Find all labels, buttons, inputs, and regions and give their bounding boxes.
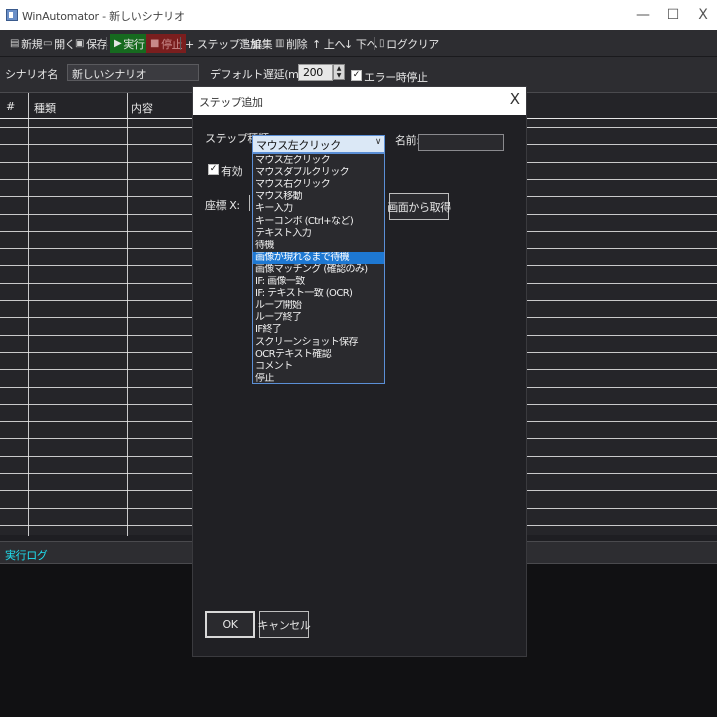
dialog-title: ステップ追加 xyxy=(199,96,263,109)
step-type-option[interactable]: 画像マッチング (確認のみ) xyxy=(253,264,384,276)
window-title: WinAutomator - 新しいシナリオ xyxy=(22,10,185,23)
enabled-checkbox[interactable]: ✓ xyxy=(208,164,219,175)
maximize-button[interactable]: ☐ xyxy=(656,0,690,30)
step-type-select[interactable]: マウス左クリック ∨ xyxy=(252,135,385,153)
step-type-option[interactable]: マウス移動 xyxy=(253,191,384,203)
enabled-label: 有効 xyxy=(221,165,243,178)
delay-spinner[interactable]: ▲ ▼ xyxy=(333,64,345,80)
document-icon: ▤ xyxy=(10,38,20,49)
step-type-option[interactable]: 画像が現れるまで待機 xyxy=(253,252,384,264)
column-divider xyxy=(28,93,29,536)
edit-button[interactable]: ✎ 編集 xyxy=(241,34,273,53)
spin-down-icon: ▼ xyxy=(336,71,342,79)
coord-x-label: 座標 X: xyxy=(205,199,240,212)
dialog-close-button[interactable]: X xyxy=(510,90,520,108)
toolbar-divider xyxy=(374,37,375,50)
toolbar-divider xyxy=(180,37,181,50)
folder-open-icon: ▭ xyxy=(43,38,53,49)
move-up-button[interactable]: ↑ 上へ xyxy=(312,34,346,53)
step-type-option[interactable]: ループ終了 xyxy=(253,312,384,324)
scenario-name-label: シナリオ名 xyxy=(5,68,58,81)
new-button[interactable]: ▤ 新規 xyxy=(10,34,43,53)
stop-on-error-label: エラー時停止 xyxy=(364,71,428,84)
minimize-button[interactable]: — xyxy=(626,0,660,30)
open-button[interactable]: ▭ 開く xyxy=(43,34,76,53)
column-header-type[interactable]: 種類 xyxy=(34,100,56,116)
floppy-icon: ▣ xyxy=(75,38,85,49)
save-button[interactable]: ▣ 保存 xyxy=(75,34,108,53)
cancel-button[interactable]: キャンセル xyxy=(258,611,311,638)
toolbar: ▤ 新規 ▭ 開く ▣ 保存 ▶ 実行 ■ 停止 + ステップ追加 ✎ 編集 ▥… xyxy=(0,30,717,57)
column-divider xyxy=(127,93,128,536)
column-header-index[interactable]: # xyxy=(6,100,15,113)
close-button[interactable]: X xyxy=(686,0,717,30)
column-header-content[interactable]: 内容 xyxy=(131,100,153,116)
step-type-option[interactable]: ループ開始 xyxy=(253,300,384,312)
ok-button[interactable]: OK xyxy=(205,611,255,638)
run-button[interactable]: ▶ 実行 xyxy=(110,34,149,53)
clear-log-icon: ▯ xyxy=(379,38,385,49)
step-type-option[interactable]: IF: テキスト一致 (OCR) xyxy=(253,288,384,300)
step-type-value: マウス左クリック xyxy=(256,139,341,152)
capture-from-screen-button[interactable]: 画面から取得 xyxy=(387,193,451,220)
name-input[interactable] xyxy=(418,134,504,151)
default-delay-input[interactable]: 200 xyxy=(298,64,333,81)
open-label: 開く xyxy=(54,37,76,51)
log-title: 実行ログ xyxy=(5,549,48,562)
add-step-dialog: ステップ追加 X ステップ種類 マウス左クリック ∨ 名前: ✓ 有効 座標 X… xyxy=(192,86,527,657)
step-type-option[interactable]: IF: 画像一致 xyxy=(253,276,384,288)
trash-icon: ▥ xyxy=(275,38,285,49)
stop-square-icon: ■ xyxy=(150,38,160,49)
edit-label: 編集 xyxy=(250,37,273,51)
toolbar-divider xyxy=(106,37,107,50)
delete-button[interactable]: ▥ 削除 xyxy=(275,34,308,53)
log-clear-label: ログクリア xyxy=(386,37,439,51)
run-label: 実行 xyxy=(123,37,145,51)
save-label: 保存 xyxy=(86,37,108,51)
stop-on-error-checkbox[interactable]: ✓ xyxy=(351,70,362,81)
chevron-down-icon: ∨ xyxy=(374,137,382,147)
log-clear-button[interactable]: ▯ ログクリア xyxy=(379,34,439,53)
step-type-option[interactable]: コメント xyxy=(253,361,384,373)
name-label: 名前: xyxy=(395,134,420,147)
step-type-option[interactable]: キー入力 xyxy=(253,203,384,215)
pencil-icon: ✎ xyxy=(241,38,249,49)
step-type-option[interactable]: 停止 xyxy=(253,373,384,385)
step-type-option[interactable]: マウス左クリック xyxy=(253,155,384,167)
step-type-option[interactable]: IF終了 xyxy=(253,324,384,336)
step-type-option[interactable]: マウス右クリック xyxy=(253,179,384,191)
step-type-option[interactable]: 待機 xyxy=(253,240,384,252)
step-type-option[interactable]: スクリーンショット保存 xyxy=(253,337,384,349)
play-icon: ▶ xyxy=(114,38,122,49)
step-type-option[interactable]: テキスト入力 xyxy=(253,228,384,240)
step-type-option[interactable]: OCRテキスト確認 xyxy=(253,349,384,361)
step-type-option[interactable]: マウスダブルクリック xyxy=(253,167,384,179)
dialog-titlebar: ステップ追加 X xyxy=(193,87,526,115)
step-type-option[interactable]: キーコンボ (Ctrl+など) xyxy=(253,216,384,228)
move-down-button[interactable]: ↓ 下へ xyxy=(344,34,378,53)
step-type-dropdown-list[interactable]: マウス左クリック マウスダブルクリック マウス右クリック マウス移動 キー入力 キーコンボ… xyxy=(252,153,385,384)
scenario-name-input[interactable]: 新しいシナリオ xyxy=(67,64,199,81)
default-delay-label: デフォルト遅延(ms): xyxy=(210,68,311,81)
app-icon xyxy=(6,9,18,21)
spin-up-icon: ▲ xyxy=(336,64,342,72)
new-label: 新規 xyxy=(21,37,43,51)
delete-label: 削除 xyxy=(286,37,308,51)
window-titlebar: WinAutomator - 新しいシナリオ — ☐ X xyxy=(0,0,717,30)
